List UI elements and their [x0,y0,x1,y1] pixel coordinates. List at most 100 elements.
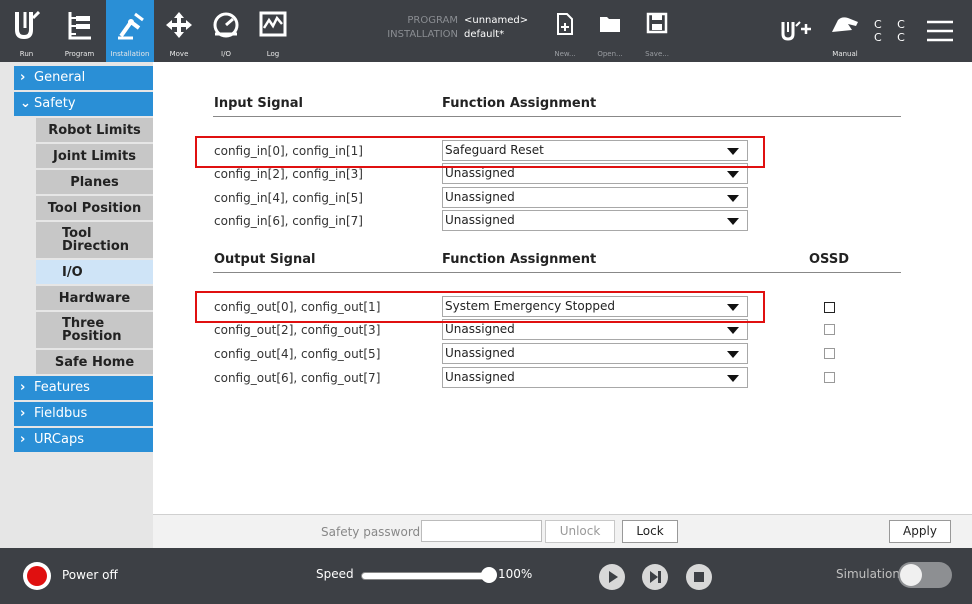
move-tab[interactable]: Move [158,0,200,62]
safety-password-bar: Safety password Unlock Lock Apply [153,514,972,548]
play-icon [609,571,618,583]
sidebar-item-label: Joint Limits [53,148,136,164]
manual-label: Manual [832,50,858,58]
speed-slider-track[interactable] [361,572,489,580]
chevron-right-icon: › [20,432,26,447]
safety-io-panel: Input Signal Function Assignment config_… [153,62,972,514]
power-status: Power off [62,568,118,582]
hand-icon [832,17,858,32]
sidebar-item-general[interactable]: › General [14,66,153,90]
input-function-header: Function Assignment [442,96,597,111]
chevron-right-icon: › [20,70,26,85]
ossd-checkbox-1[interactable] [824,324,835,335]
io-tab[interactable]: I/O [205,0,247,62]
sidebar-item-label: Safety [34,96,76,111]
sidebar-item-label: General [34,70,86,85]
program-info: PROGRAM <unnamed> INSTALLATION default* [380,14,528,42]
sidebar-item-label: Robot Limits [48,122,141,138]
run-tab[interactable]: Run [0,0,53,62]
stop-icon [694,572,704,582]
io-gauge-icon [213,12,239,38]
select-value: Unassigned [445,213,515,227]
dropdown-arrow-icon [727,218,739,225]
output-function-select-2[interactable]: Unassigned [442,343,748,364]
highlight-box-input [195,136,765,168]
installation-key: INSTALLATION [387,29,458,40]
simulation-label: Simulation [836,567,900,581]
log-tab[interactable]: Log [252,0,294,62]
input-signal-3: config_in[6], config_in[7] [214,214,363,228]
program-tab[interactable]: Program [53,0,106,62]
apply-button[interactable]: Apply [889,520,951,543]
output-function-select-3[interactable]: Unassigned [442,367,748,388]
sidebar-item-robot-limits[interactable]: Robot Limits [36,118,153,142]
select-value: Unassigned [445,322,515,336]
sidebar-item-three-position[interactable]: Three Position [36,312,153,348]
sidebar-item-label: Three Position [62,316,122,344]
ossd-checkbox-0[interactable] [824,302,835,313]
sidebar-item-io[interactable]: I/O [36,260,153,284]
move-label: Move [169,50,189,58]
input-function-select-2[interactable]: Unassigned [442,187,748,208]
open-button[interactable]: Open... [593,0,627,62]
play-button[interactable] [599,564,625,590]
sidebar-item-urcaps[interactable]: › URCaps [14,428,153,452]
sidebar-item-safety[interactable]: ⌄ Safety [14,92,153,116]
save-disk-icon [646,12,668,34]
sidebar-item-label: Tool Direction [62,226,130,254]
installation-tab[interactable]: Installation [106,0,154,62]
footer-bar: Power off Speed 100% Simulation [0,548,972,604]
manual-mode-button[interactable]: Manual [825,0,865,62]
sidebar-item-joint-limits[interactable]: Joint Limits [36,144,153,168]
sidebar-item-label: Features [34,380,90,395]
program-label: Program [64,50,95,58]
safety-password-label: Safety password [321,525,421,539]
sidebar-item-label: Hardware [58,290,131,306]
highlight-box-output [195,291,765,323]
output-signal-3: config_out[6], config_out[7] [214,371,381,385]
save-button[interactable]: Save... [640,0,674,62]
sidebar-item-safe-home[interactable]: Safe Home [36,350,153,374]
sidebar: › General ⌄ Safety Robot Limits Joint Limi… [0,62,153,548]
ossd-checkbox-2[interactable] [824,348,835,359]
save-label: Save... [645,50,669,58]
sidebar-item-tool-direction[interactable]: Tool Direction [36,222,153,258]
sidebar-item-label: Tool Position [47,200,142,216]
dropdown-arrow-icon [727,327,739,334]
select-value: Unassigned [445,370,515,384]
sidebar-item-planes[interactable]: Planes [36,170,153,194]
speed-slider-handle[interactable] [481,567,497,583]
output-signal-2: config_out[4], config_out[5] [214,347,381,361]
output-function-header: Function Assignment [442,252,597,267]
new-button[interactable]: New... [548,0,582,62]
input-function-select-3[interactable]: Unassigned [442,210,748,231]
urplus-button[interactable] [776,0,816,62]
input-signal-1: config_in[2], config_in[3] [214,167,363,181]
dropdown-arrow-icon [727,171,739,178]
program-tree-icon [68,12,91,40]
sidebar-item-hardware[interactable]: Hardware [36,286,153,310]
lock-button[interactable]: Lock [622,520,678,543]
sidebar-item-label: Safe Home [54,354,135,370]
sidebar-item-features[interactable]: › Features [14,376,153,400]
power-button[interactable] [23,562,51,590]
safety-password-input[interactable] [421,520,542,542]
sidebar-item-label: URCaps [34,432,84,447]
step-button[interactable] [642,564,668,590]
installation-arm-icon [118,12,144,40]
select-value: Unassigned [445,190,515,204]
ur-logo-icon [14,10,40,40]
step-icon [650,571,661,583]
simulation-toggle[interactable] [898,562,952,588]
sidebar-item-tool-position[interactable]: Tool Position [36,196,153,220]
hamburger-menu-button[interactable] [916,0,964,62]
unlock-button[interactable]: Unlock [545,520,615,543]
dropdown-arrow-icon [727,195,739,202]
run-label: Run [19,50,34,58]
program-name: <unnamed> [464,15,529,26]
ossd-checkbox-3[interactable] [824,372,835,383]
sidebar-item-fieldbus[interactable]: › Fieldbus [14,402,153,426]
select-value: Unassigned [445,346,515,360]
cc-status: C C C C [874,18,911,44]
stop-button[interactable] [686,564,712,590]
